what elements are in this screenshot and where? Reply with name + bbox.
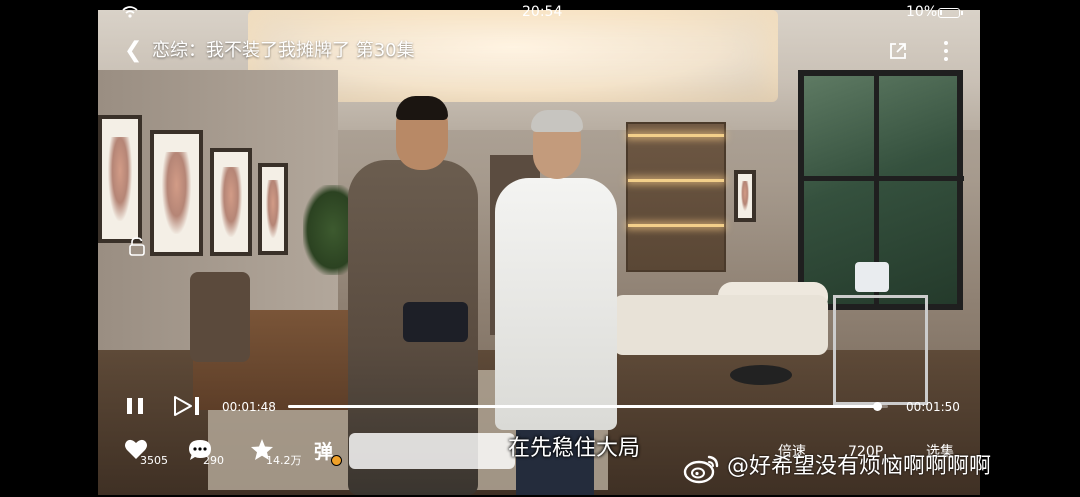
- pause-icon[interactable]: [124, 396, 148, 416]
- watermark-text: @好希望没有烦恼啊啊啊啊: [727, 454, 992, 479]
- person-left-belt-bag: [403, 302, 468, 342]
- wall-certificate: [734, 170, 756, 222]
- weibo-logo-icon: [683, 455, 719, 484]
- comment-count: 290: [203, 454, 224, 467]
- battery-percent: 10%: [906, 4, 938, 20]
- scene-exam-bed: [613, 295, 828, 355]
- wifi-icon: [122, 6, 138, 18]
- video-title: 恋综：我不装了我摊牌了 第30集: [152, 40, 415, 61]
- share-icon[interactable]: [888, 41, 908, 61]
- total-time: 00:01:50: [906, 400, 960, 414]
- scene-shelf: [626, 122, 726, 272]
- doctor-coat: [495, 178, 617, 430]
- person-left-hair: [396, 96, 448, 120]
- scene-medical-cart: [833, 295, 928, 405]
- battery-icon: [938, 8, 963, 18]
- back-icon[interactable]: ❮: [124, 40, 142, 62]
- scene-chair: [190, 272, 250, 362]
- progress-bar[interactable]: [288, 402, 888, 411]
- danmu-input[interactable]: [349, 433, 515, 469]
- next-icon[interactable]: [172, 394, 202, 418]
- like-button[interactable]: 3505: [124, 438, 170, 468]
- favorite-button[interactable]: 14.2万: [250, 438, 302, 468]
- status-time: 20:54: [522, 4, 563, 20]
- progress-fill: [288, 405, 878, 408]
- anatomy-poster: [98, 115, 142, 243]
- comment-button[interactable]: 290: [187, 438, 227, 468]
- anatomy-poster: [150, 130, 203, 256]
- like-count: 3505: [140, 454, 168, 467]
- video-frame[interactable]: [98, 10, 980, 495]
- scene-stool: [730, 365, 792, 385]
- current-time: 00:01:48: [222, 400, 276, 414]
- danmu-status-dot: [331, 455, 342, 466]
- more-icon[interactable]: [942, 40, 950, 62]
- favorite-count: 14.2万: [266, 454, 302, 467]
- lock-icon[interactable]: [128, 236, 146, 256]
- scene-monitor: [855, 262, 889, 292]
- video-subtitle: 在先稳住大局: [508, 436, 641, 461]
- doctor-hair: [531, 110, 583, 132]
- anatomy-poster: [258, 163, 288, 255]
- anatomy-poster: [210, 148, 252, 256]
